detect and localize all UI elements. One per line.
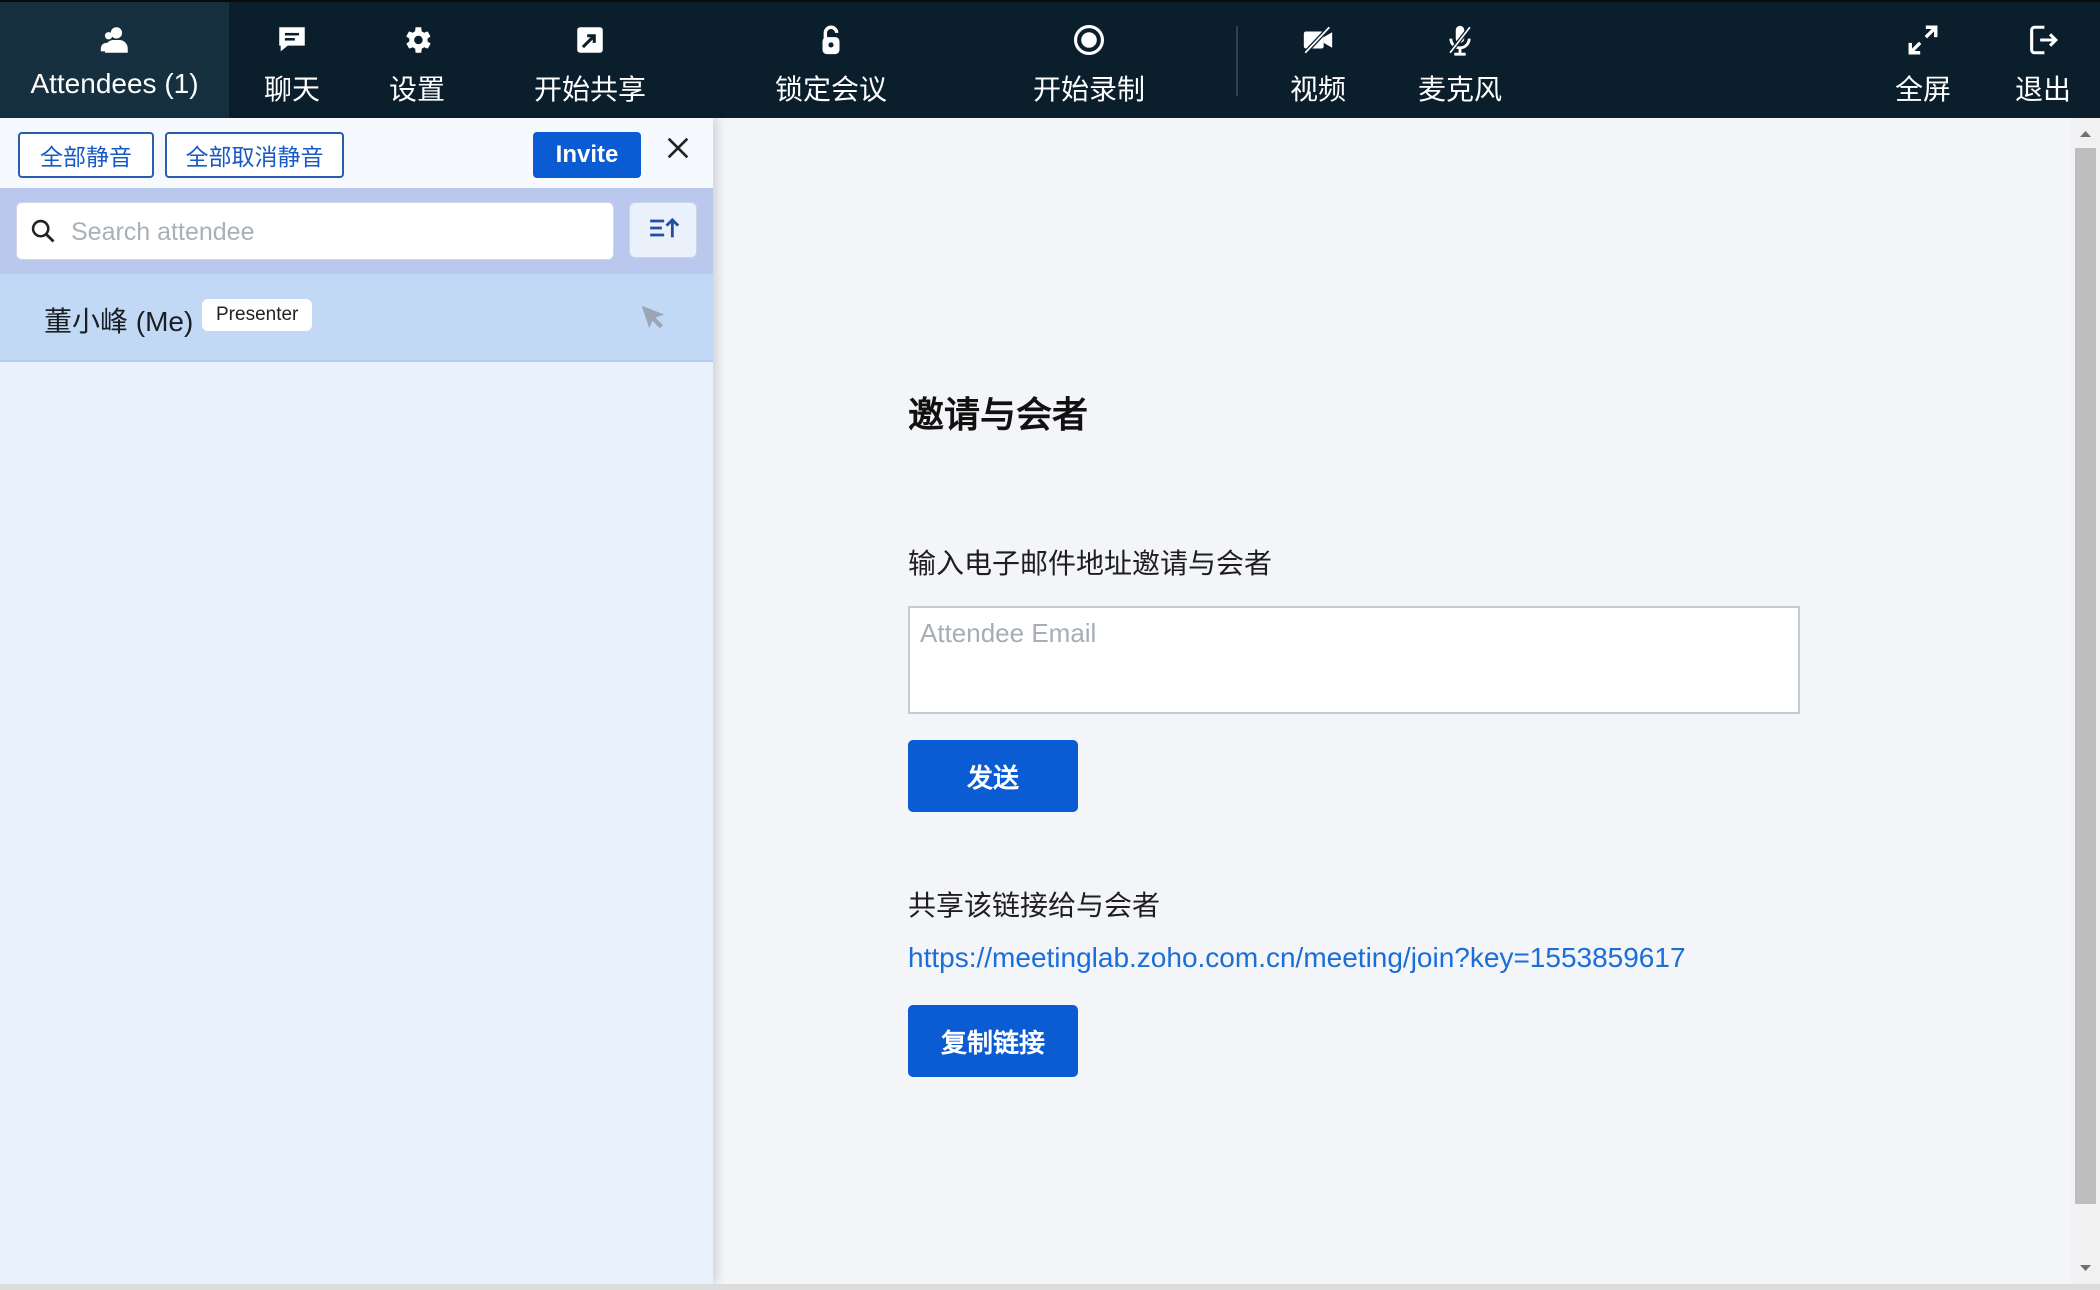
- meeting-toolbar: Attendees (1) 聊天 设置 开始共享 锁定会议 开始录制 视频 麦克…: [0, 0, 2100, 118]
- exit-icon: [2025, 22, 2061, 58]
- toolbar-label: 全屏: [1894, 74, 1951, 105]
- toolbar-label: 麦克风: [1417, 74, 1502, 105]
- toolbar-chat-button[interactable]: 聊天: [252, 2, 332, 118]
- attendee-search-box: [16, 202, 614, 260]
- mute-all-button[interactable]: 全部静音: [18, 132, 154, 178]
- share-link-label: 共享该链接给与会者: [908, 890, 1161, 921]
- presenter-pointer-icon: [638, 302, 670, 334]
- toolbar-mic-button[interactable]: 麦克风: [1412, 2, 1508, 118]
- invite-title: 邀请与会者: [908, 394, 1089, 435]
- record-icon: [1071, 22, 1107, 58]
- unmute-all-button[interactable]: 全部取消静音: [165, 132, 344, 178]
- toolbar-label: 设置: [388, 74, 445, 105]
- invite-button[interactable]: Invite: [533, 132, 641, 178]
- invite-area: 邀请与会者 输入电子邮件地址邀请与会者 发送 共享该链接给与会者 https:/…: [713, 118, 2071, 1284]
- attendee-email-field[interactable]: [908, 606, 1800, 714]
- toolbar-label: 开始录制: [1032, 74, 1145, 105]
- toolbar-fullscreen-button[interactable]: 全屏: [1883, 2, 1963, 118]
- presenter-badge: Presenter: [202, 299, 313, 331]
- toolbar-share-button[interactable]: 开始共享: [530, 2, 650, 118]
- email-label: 输入电子邮件地址邀请与会者: [908, 548, 1273, 579]
- search-icon: [29, 217, 57, 245]
- lock-icon: [813, 22, 849, 58]
- fullscreen-icon: [1905, 22, 1941, 58]
- toolbar-label: 视频: [1289, 74, 1346, 105]
- attendee-search-bar: [0, 188, 713, 274]
- toolbar-divider: [1236, 26, 1238, 96]
- attendees-icon: [97, 22, 133, 58]
- chat-icon: [274, 22, 310, 58]
- search-input[interactable]: [69, 211, 603, 253]
- share-screen-icon: [572, 22, 608, 58]
- attendees-panel-header: 全部静音 全部取消静音 Invite: [0, 118, 713, 188]
- toolbar-label: 退出: [2014, 74, 2071, 105]
- toolbar-label: Attendees (1): [30, 68, 199, 99]
- toolbar-label: 锁定会议: [774, 74, 887, 105]
- copy-link-button[interactable]: 复制链接: [908, 1005, 1078, 1077]
- close-icon[interactable]: [662, 132, 694, 164]
- attendee-name: 董小峰 (Me): [44, 306, 194, 337]
- sort-button[interactable]: [629, 202, 697, 258]
- meeting-join-link[interactable]: https://meetinglab.zoho.com.cn/meeting/j…: [908, 942, 1686, 974]
- scroll-up-arrow-icon[interactable]: [2071, 124, 2100, 144]
- window-bottom-edge: [0, 1284, 2100, 1290]
- toolbar-settings-button[interactable]: 设置: [377, 2, 457, 118]
- video-off-icon: [1300, 22, 1336, 58]
- vertical-scrollbar[interactable]: [2071, 118, 2100, 1284]
- scroll-down-arrow-icon[interactable]: [2071, 1258, 2100, 1278]
- sort-ascending-icon: [646, 214, 680, 247]
- toolbar-label: 聊天: [263, 74, 320, 105]
- toolbar-video-button[interactable]: 视频: [1281, 2, 1355, 118]
- toolbar-record-button[interactable]: 开始录制: [1029, 2, 1149, 118]
- attendees-panel: 全部静音 全部取消静音 Invite 董小峰 (Me) Presenter: [0, 118, 713, 1284]
- toolbar-attendees-button[interactable]: Attendees (1): [0, 2, 229, 118]
- gear-icon: [399, 22, 435, 58]
- toolbar-exit-button[interactable]: 退出: [2003, 2, 2083, 118]
- send-button[interactable]: 发送: [908, 740, 1078, 812]
- attendee-row[interactable]: 董小峰 (Me) Presenter: [0, 274, 713, 362]
- toolbar-lock-button[interactable]: 锁定会议: [771, 2, 891, 118]
- scrollbar-thumb[interactable]: [2075, 148, 2096, 1204]
- toolbar-label: 开始共享: [533, 74, 646, 105]
- mic-off-icon: [1442, 22, 1478, 58]
